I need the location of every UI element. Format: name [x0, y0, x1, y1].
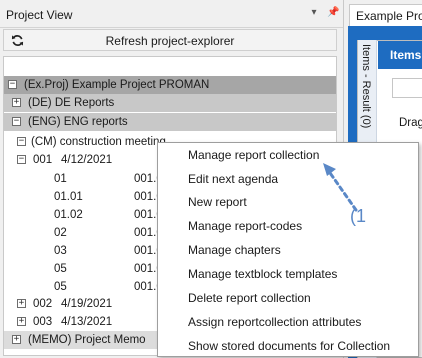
items-title-bar: Items: [378, 41, 422, 69]
items-title: Items: [390, 48, 422, 62]
refresh-project-explorer-button[interactable]: Refresh project-explorer: [3, 29, 337, 51]
collapse-icon[interactable]: −: [17, 137, 26, 146]
item-code: 01.02: [54, 209, 83, 221]
collapse-icon[interactable]: −: [17, 155, 26, 164]
expand-icon[interactable]: +: [17, 299, 26, 308]
items-filter-box[interactable]: [392, 78, 422, 98]
drag-hint: Drag: [399, 117, 422, 129]
menu-item-new-report[interactable]: New report: [188, 191, 247, 213]
collapse-icon[interactable]: −: [12, 117, 21, 126]
pin-icon[interactable]: 📌: [327, 8, 339, 18]
dropdown-icon[interactable]: ▾: [309, 8, 319, 18]
tree-node-label: (ENG) ENG reports: [28, 116, 128, 128]
panel-header-icons: ▾ 📌: [309, 8, 339, 18]
tab-example-project[interactable]: Example Proje: [349, 4, 422, 26]
menu-item-edit-next-agenda[interactable]: Edit next agenda: [188, 168, 278, 190]
tree-node-eng-reports[interactable]: − (ENG) ENG reports: [4, 113, 336, 131]
panel-header: Project View ▾ 📌: [0, 0, 343, 28]
item-code: 02: [54, 227, 67, 239]
expand-icon[interactable]: +: [17, 317, 26, 326]
menu-item-manage-report-collection[interactable]: Manage report collection: [188, 144, 319, 166]
item-code: 01: [54, 173, 67, 185]
menu-item-assign-attributes[interactable]: Assign reportcollection attributes: [188, 311, 361, 333]
tree-node-label: (DE) DE Reports: [28, 97, 115, 109]
menu-item-show-stored-documents[interactable]: Show stored documents for Collection: [188, 335, 390, 357]
session-number: 003: [33, 316, 53, 328]
item-code: 05: [54, 281, 67, 293]
menu-item-manage-chapters[interactable]: Manage chapters: [188, 239, 281, 261]
session-date: 4/13/2021: [61, 316, 113, 328]
item-code: 01.01: [54, 191, 83, 203]
session-number: 001: [33, 154, 53, 166]
annotation-label: (1: [350, 206, 367, 226]
session-number: 002: [33, 298, 53, 310]
tree-node-label: (CM) construction meeting: [31, 136, 166, 148]
tree-node-de-reports[interactable]: + (DE) DE Reports: [4, 94, 336, 112]
collapse-icon[interactable]: −: [8, 80, 17, 89]
tree-node-label: (MEMO) Project Memo: [28, 334, 146, 346]
tab-label: Example Proje: [356, 9, 422, 23]
items-result-label: Items - Result (0): [360, 44, 372, 129]
panel-title: Project View: [6, 8, 73, 22]
menu-item-manage-textblock-templates[interactable]: Manage textblock templates: [188, 263, 337, 285]
context-menu: Manage report collection Edit next agend…: [157, 142, 419, 357]
tree-node-root[interactable]: − (Ex.Proj) Example Project PROMAN: [4, 76, 336, 94]
menu-item-manage-report-codes[interactable]: Manage report-codes: [188, 215, 302, 237]
tree-node-label: (Ex.Proj) Example Project PROMAN: [24, 79, 210, 91]
session-date: 4/12/2021: [61, 154, 113, 166]
expand-icon[interactable]: +: [12, 335, 21, 344]
item-code: 03: [54, 245, 67, 257]
expand-icon[interactable]: +: [12, 98, 21, 107]
session-date: 4/19/2021: [61, 298, 113, 310]
menu-item-delete-report-collection[interactable]: Delete report collection: [188, 287, 311, 309]
refresh-label: Refresh project-explorer: [105, 34, 235, 48]
item-code: 05: [54, 263, 67, 275]
